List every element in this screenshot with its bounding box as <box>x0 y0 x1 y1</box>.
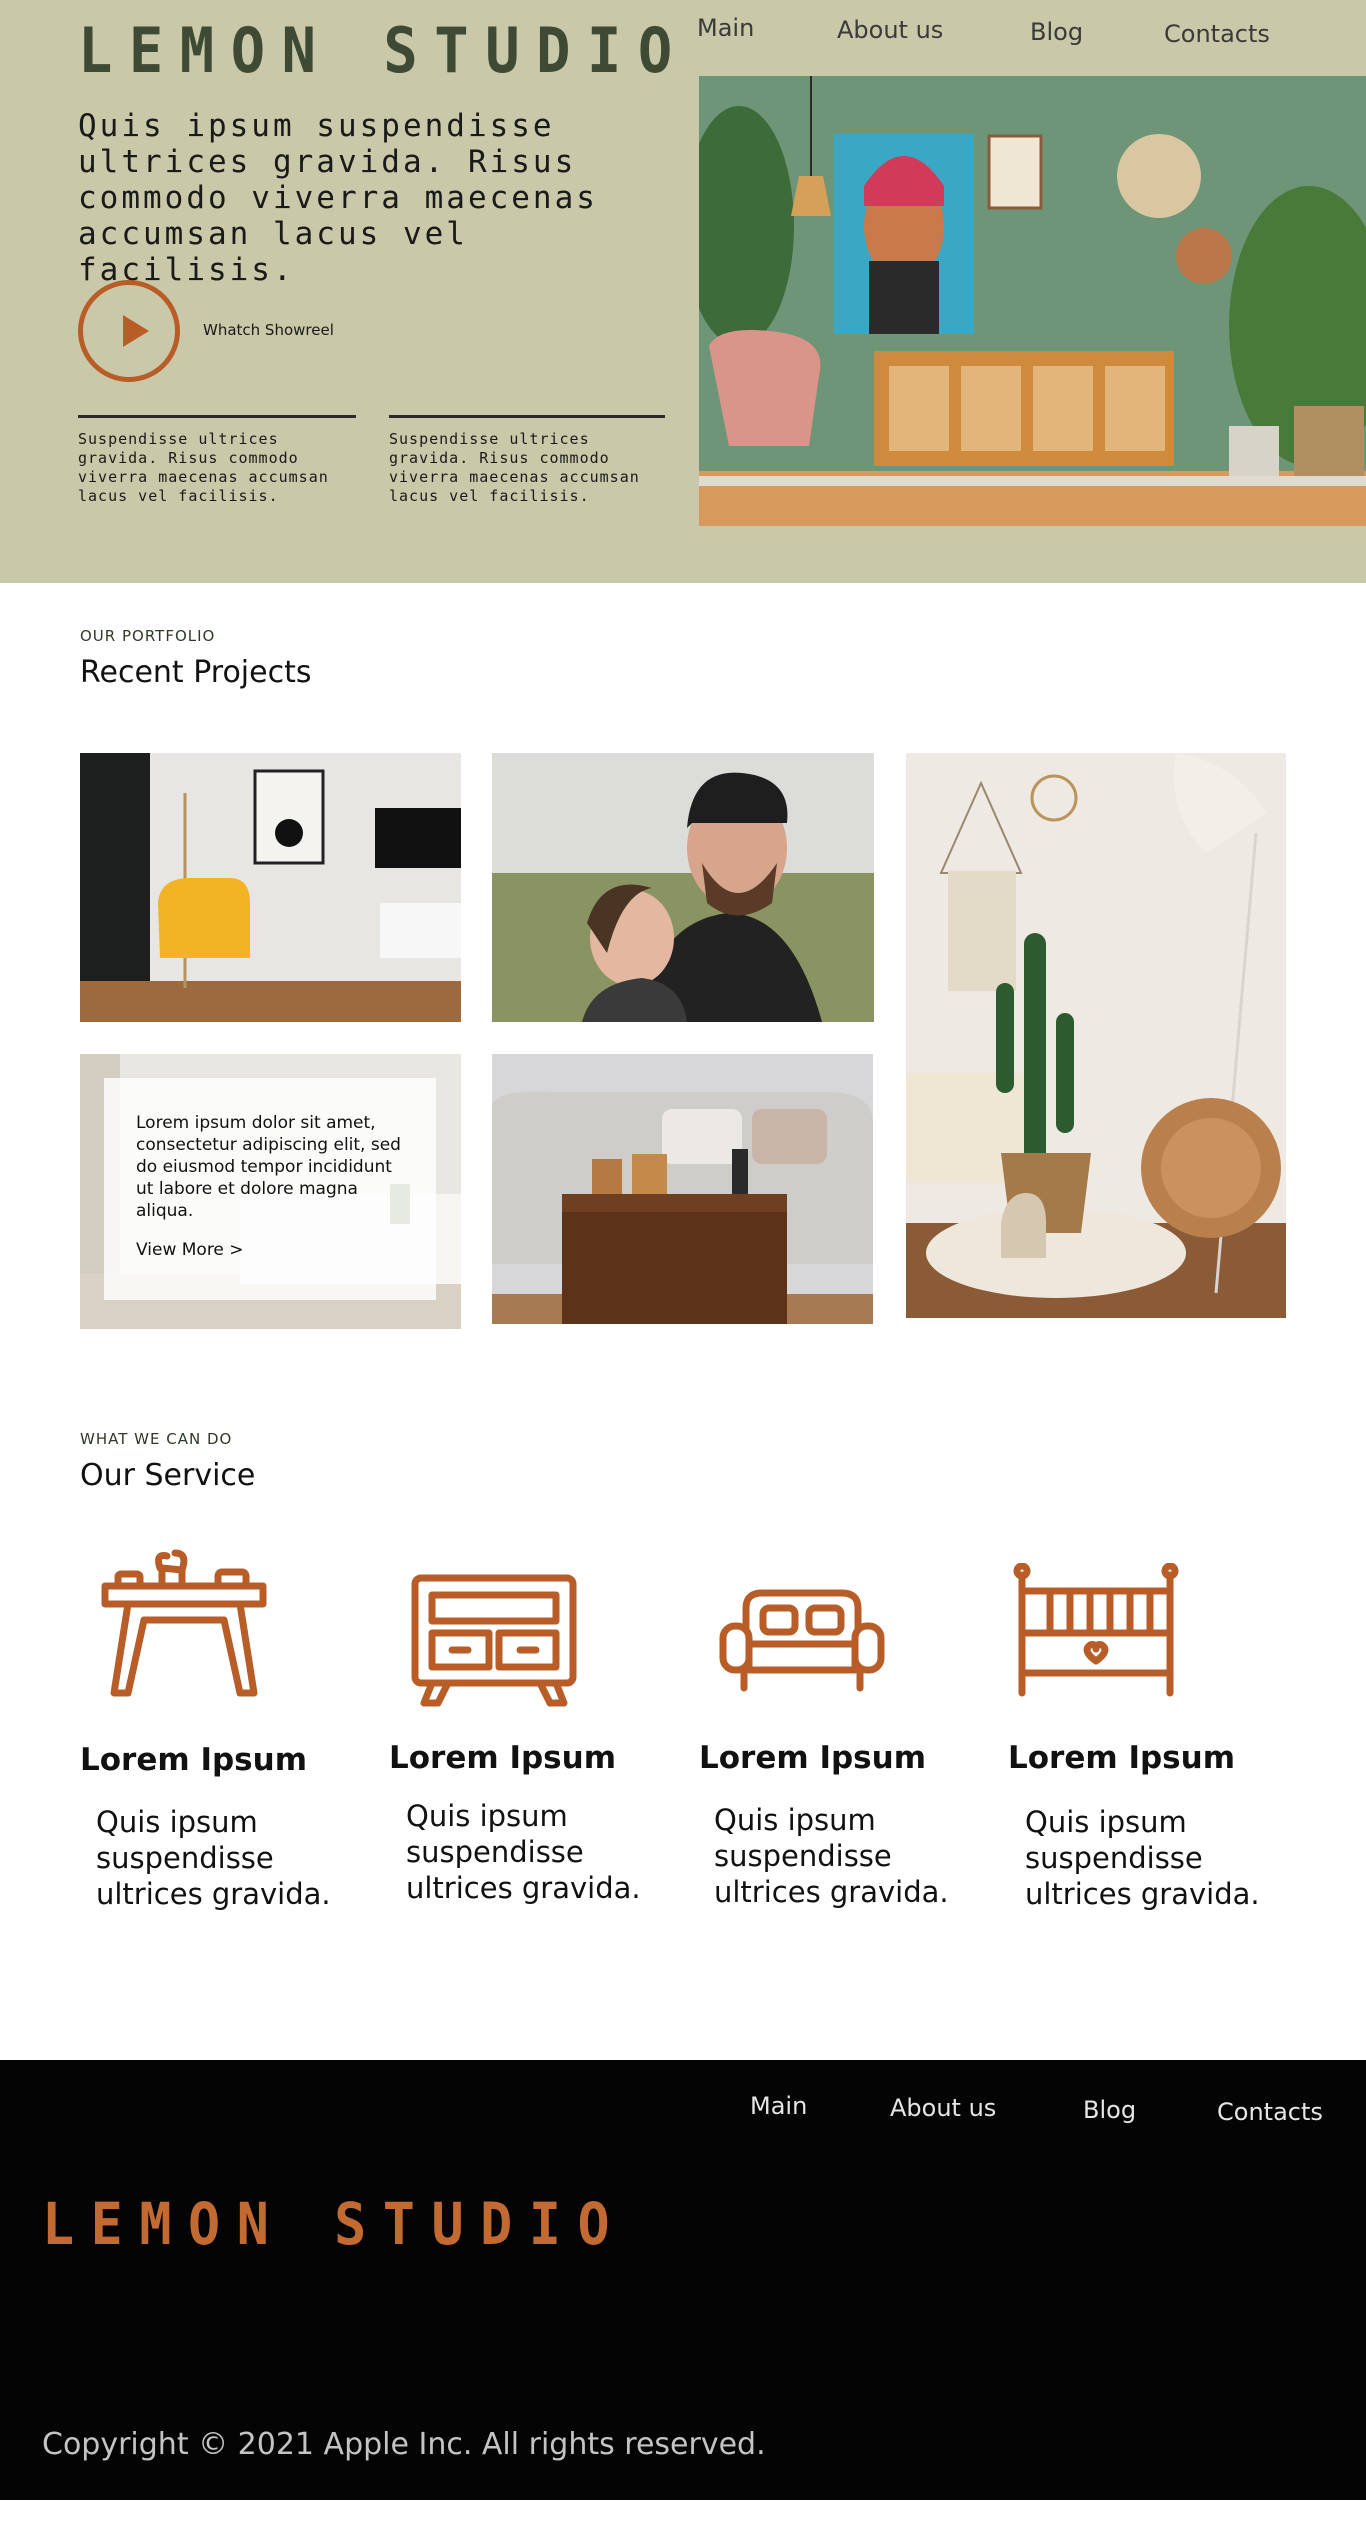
portfolio-eyebrow: OUR PORTFOLIO <box>80 627 216 645</box>
dresser-icon <box>411 1574 577 1707</box>
nav-item-main[interactable]: Main <box>697 14 754 42</box>
hero-feature-1: Suspendisse ultrices gravida. Risus comm… <box>78 415 356 506</box>
service-text: Quis ipsum suspendisse ultrices gravida. <box>714 1803 949 1909</box>
living-room-photo <box>699 76 1366 526</box>
sofa-coffee-table-photo <box>492 1054 873 1324</box>
service-text: Quis ipsum suspendisse ultrices gravida. <box>96 1805 331 1911</box>
showreel-label[interactable]: Whatch Showreel <box>203 321 334 339</box>
project-overlay-card: Lorem ipsum dolor sit amet, consectetur … <box>104 1078 436 1300</box>
project-card[interactable] <box>492 1054 873 1324</box>
services-title: Our Service <box>80 1458 256 1493</box>
project-card[interactable] <box>80 753 461 1022</box>
play-showreel-button[interactable] <box>78 280 180 382</box>
play-icon <box>123 315 149 347</box>
service-text: Quis ipsum suspendisse ultrices gravida. <box>1025 1805 1260 1911</box>
view-more-link[interactable]: View More > <box>136 1240 244 1260</box>
service-title: Lorem Ipsum <box>699 1740 927 1776</box>
hero-headline: Quis ipsum suspendisse ultrices gravida.… <box>78 108 598 288</box>
copyright-text: Copyright © 2021 Apple Inc. All rights r… <box>42 2427 766 2462</box>
footer-nav-item-about[interactable]: About us <box>890 2094 996 2122</box>
project-overlay-text: Lorem ipsum dolor sit amet, consectetur … <box>136 1113 401 1221</box>
project-card[interactable] <box>492 753 874 1022</box>
sofa-icon <box>719 1589 885 1692</box>
crib-icon <box>1013 1563 1179 1697</box>
footer-nav-item-blog[interactable]: Blog <box>1083 2096 1136 2124</box>
hero-section: LEMON STUDIO Main About us Blog Contacts… <box>0 0 1366 583</box>
table-icon <box>101 1549 267 1697</box>
project-card[interactable] <box>906 753 1286 1318</box>
yellow-armchair-room-photo <box>80 753 461 1022</box>
logo[interactable]: LEMON STUDIO <box>78 14 689 87</box>
boho-cactus-room-photo <box>906 753 1286 1318</box>
footer: Main About us Blog Contacts LEMON STUDIO… <box>0 2060 1366 2500</box>
services-eyebrow: WHAT WE CAN DO <box>80 1430 233 1448</box>
nav-item-about[interactable]: About us <box>837 16 943 44</box>
nav-item-blog[interactable]: Blog <box>1030 18 1083 46</box>
footer-nav-item-main[interactable]: Main <box>750 2092 807 2120</box>
footer-nav-item-contacts[interactable]: Contacts <box>1217 2098 1323 2126</box>
living-room-illustration <box>699 76 1366 526</box>
service-title: Lorem Ipsum <box>1008 1740 1236 1776</box>
service-title: Lorem Ipsum <box>389 1740 617 1776</box>
hero-feature-2: Suspendisse ultrices gravida. Risus comm… <box>389 415 665 506</box>
footer-logo[interactable]: LEMON STUDIO <box>42 2190 626 2258</box>
service-text: Quis ipsum suspendisse ultrices gravida. <box>406 1799 641 1905</box>
nav-item-contacts[interactable]: Contacts <box>1164 20 1270 48</box>
portfolio-title: Recent Projects <box>80 655 312 690</box>
father-daughter-photo <box>492 753 874 1022</box>
service-title: Lorem Ipsum <box>80 1742 308 1778</box>
